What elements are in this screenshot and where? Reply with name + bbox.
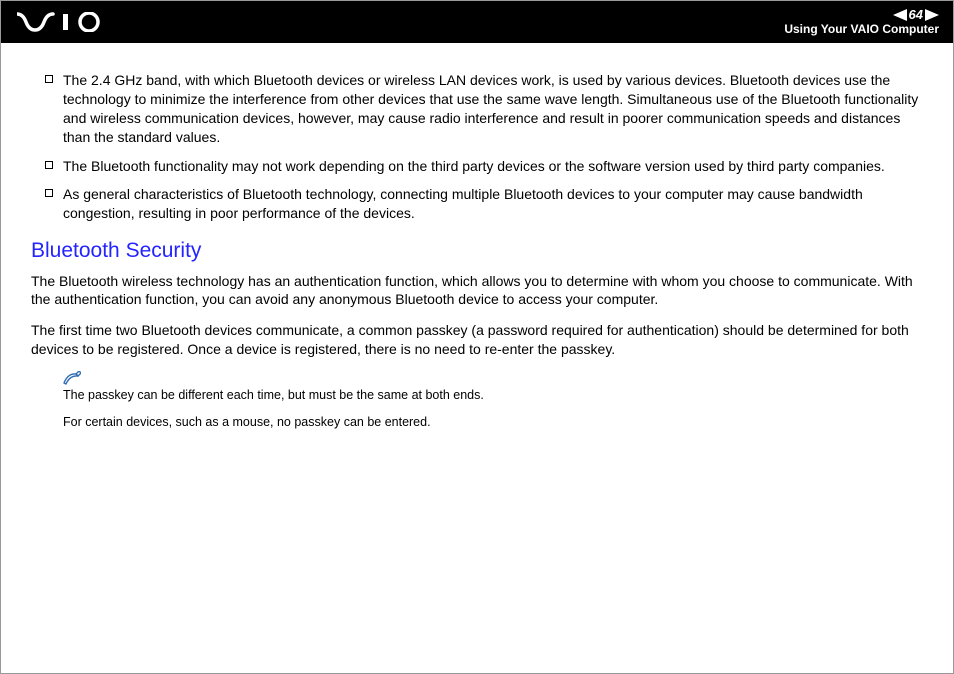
header-right: 64 Using Your VAIO Computer — [784, 8, 939, 35]
note-text: The passkey can be different each time, … — [63, 387, 923, 404]
page-number: 64 — [909, 8, 923, 22]
note-text: For certain devices, such as a mouse, no… — [63, 414, 923, 431]
page-content: The 2.4 GHz band, with which Bluetooth d… — [1, 43, 953, 431]
document-page: 64 Using Your VAIO Computer The 2.4 GHz … — [0, 0, 954, 674]
next-page-arrow-icon[interactable] — [925, 9, 939, 21]
page-nav: 64 — [893, 8, 939, 22]
section-heading: Bluetooth Security — [31, 237, 923, 265]
list-item: The Bluetooth functionality may not work… — [31, 157, 923, 176]
page-header: 64 Using Your VAIO Computer — [1, 1, 953, 43]
note-pencil-icon — [63, 371, 923, 385]
vaio-logo — [17, 12, 113, 32]
list-item: As general characteristics of Bluetooth … — [31, 185, 923, 223]
section-title: Using Your VAIO Computer — [784, 23, 939, 36]
bullet-list: The 2.4 GHz band, with which Bluetooth d… — [31, 71, 923, 223]
list-item: The 2.4 GHz band, with which Bluetooth d… — [31, 71, 923, 147]
note-block: The passkey can be different each time, … — [31, 371, 923, 431]
vaio-logo-svg — [17, 12, 113, 32]
body-paragraph: The first time two Bluetooth devices com… — [31, 321, 923, 359]
body-paragraph: The Bluetooth wireless technology has an… — [31, 272, 923, 310]
prev-page-arrow-icon[interactable] — [893, 9, 907, 21]
